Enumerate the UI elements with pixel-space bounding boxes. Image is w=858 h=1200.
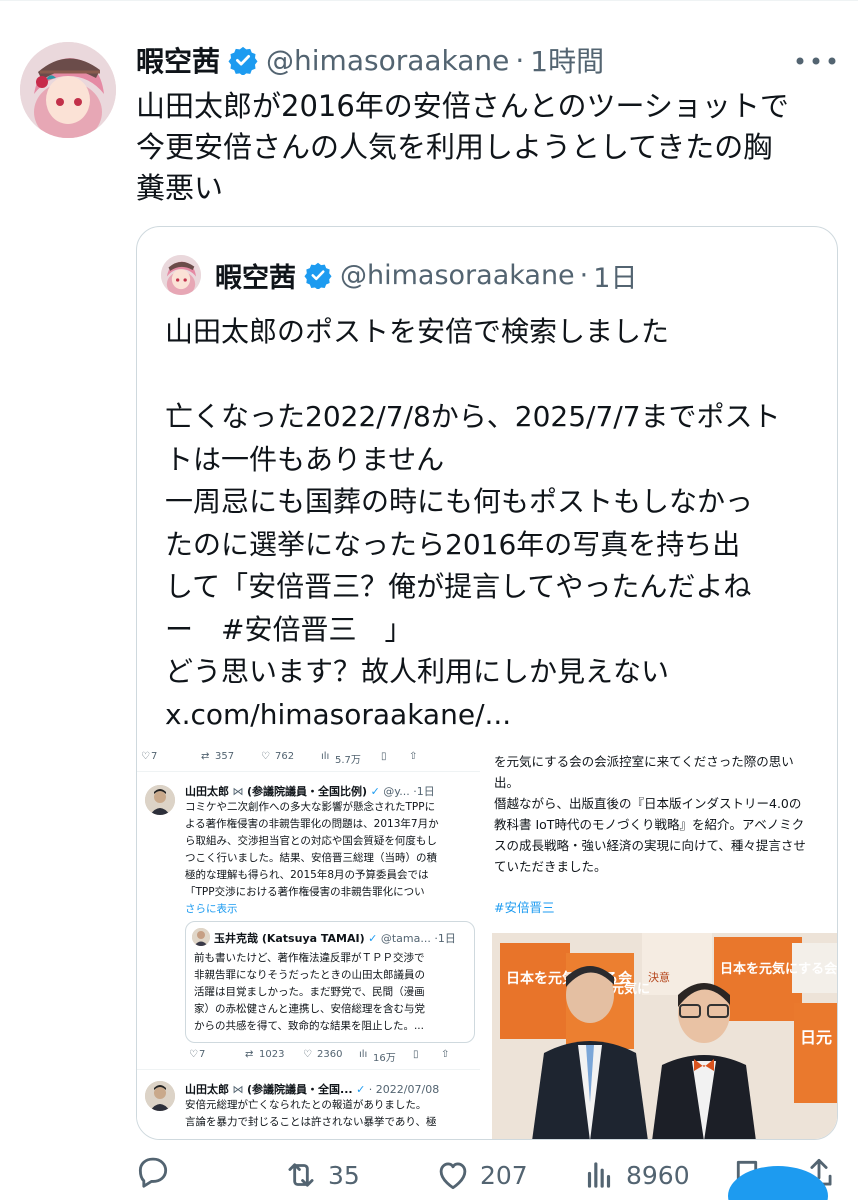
quoted-author-avatar[interactable] xyxy=(161,255,201,295)
media-right-hashtag: #安倍晋三 xyxy=(494,900,555,915)
retweet-button[interactable]: 35 xyxy=(282,1152,360,1198)
mini-post1-handle: @y... xyxy=(383,785,410,798)
mini-post1-body: コミケや二次創作への多大な影響が懸念されたTPPに よる著作権侵害の非親告罪化の… xyxy=(185,801,439,898)
quoted-author-handle: @himasoraakane xyxy=(340,259,575,291)
more-icon[interactable] xyxy=(790,44,842,78)
mini-nested-name: 玉井克哉 (Katsuya TAMAI) xyxy=(214,932,365,945)
mini-nested-time: ·1日 xyxy=(434,932,456,945)
mini-post2-name: 山田太郎 xyxy=(185,1083,229,1096)
quoted-tweet[interactable]: 暇空茜 @himasoraakane · 1日 山田太郎のポストを安倍で検索しま… xyxy=(136,226,838,1140)
mini-post2-meta: (参議院議員・全国... xyxy=(247,1083,353,1096)
mini-post1-header: 山田太郎 ⋈ (参議院議員・全国比例) ✓ @y... ·1日 xyxy=(185,785,435,798)
quoted-media[interactable]: ♡ 7 ⇄ 357 ♡ 762 ılı 5.7万 ▯ ⇧ 山田太郎 ⋈ (参議院… xyxy=(137,745,837,1139)
verified-badge-icon xyxy=(228,46,258,75)
reply-icon xyxy=(138,1157,168,1188)
like-icon xyxy=(439,1162,467,1190)
mini-post2-time: · 2022/07/08 xyxy=(368,1083,440,1096)
mini-post1-name: 山田太郎 xyxy=(185,785,229,798)
views-count: 8960 xyxy=(626,1160,690,1190)
quoted-post-time: 1日 xyxy=(593,262,638,294)
mini-reply-count-2: 7 xyxy=(199,1049,206,1060)
mini-post2-body: 安倍元総理が亡くなられたとの報道がありました。 言論を暴力で封じることは許されな… xyxy=(185,1099,437,1128)
sign-text-3: 日本を元気にする会 xyxy=(720,961,837,977)
mini-reply-count: 7 xyxy=(151,751,158,762)
sign-text-4: 決意 xyxy=(648,970,670,984)
reply-button[interactable] xyxy=(134,1148,180,1194)
mini-like-count-2: 2360 xyxy=(317,1049,343,1060)
sign-text-5: 日元 xyxy=(800,1028,832,1047)
author-avatar[interactable] xyxy=(20,42,116,138)
retweet-icon xyxy=(288,1163,314,1187)
mini-post1-time: ·1日 xyxy=(413,785,435,798)
tweet-header: 暇空茜 @himasoraakane · 1時間 xyxy=(136,38,604,82)
mini-post1-meta: (参議院議員・全国比例) xyxy=(247,785,368,798)
media-right-text: を元気にする会の会派控室に来てくださった際の思い 出。 僭越ながら、出版直後の『… xyxy=(494,754,806,874)
post-time[interactable]: 1時間 xyxy=(530,40,604,80)
mini-views-count: 5.7万 xyxy=(335,755,361,766)
mini-avatar-yamada xyxy=(145,785,175,815)
quoted-text: 山田太郎のポストを安倍で検索しました 亡くなった2022/7/8から、2025/… xyxy=(165,315,781,731)
mini-avatar-tamai xyxy=(192,928,210,946)
media-screenshot-left[interactable]: ♡ 7 ⇄ 357 ♡ 762 ılı 5.7万 ▯ ⇧ 山田太郎 ⋈ (参議院… xyxy=(137,745,482,1139)
mini-retweet-count: 357 xyxy=(215,751,235,762)
mini-avatar-yamada-2 xyxy=(145,1081,175,1111)
author-handle[interactable]: @himasoraakane xyxy=(266,44,509,77)
mini-nested-body: 前も書いたけど、著作権法違反罪がＴＰＰ交渉で 非親告罪になりそうだったときの山田… xyxy=(194,952,425,1032)
photo-two-men: 日本を元気にする会 日本を元気に 日本を元気にする会 決意 日元 xyxy=(492,933,837,1139)
like-button[interactable]: 207 xyxy=(434,1152,528,1198)
top-divider xyxy=(0,0,858,1)
retweet-count: 35 xyxy=(328,1160,360,1190)
mini-nested-header: 玉井克哉 (Katsuya TAMAI) ✓ @tama... ·1日 xyxy=(214,932,456,945)
quoted-author-name: 暇空茜 xyxy=(215,262,296,294)
tweet-text: 山田太郎が2016年の安倍さんとのツーショットで 今更安倍さんの人気を利用しよう… xyxy=(136,89,789,205)
mini-nested-handle: @tama... xyxy=(380,932,431,945)
separator-dot: · xyxy=(579,259,589,291)
separator-dot: · xyxy=(515,43,525,77)
mini-post1-more-link: さらに表示 xyxy=(185,903,238,915)
verified-badge-icon xyxy=(304,262,332,289)
like-count: 207 xyxy=(480,1160,528,1190)
author-name[interactable]: 暇空茜 xyxy=(136,40,220,80)
mini-retweet-count-2: 1023 xyxy=(259,1049,285,1060)
quoted-header: 暇空茜 @himasoraakane · 1日 xyxy=(215,255,637,295)
mini-views-count-2: 16万 xyxy=(373,1053,396,1064)
mini-like-count: 762 xyxy=(275,751,295,762)
views-icon xyxy=(587,1162,611,1188)
mini-nested-quote: 玉井克哉 (Katsuya TAMAI) ✓ @tama... ·1日 前も書い… xyxy=(185,921,475,1043)
views-button[interactable]: 8960 xyxy=(580,1152,690,1198)
media-screenshot-right[interactable]: を元気にする会の会派控室に来てくださった際の思い 出。 僭越ながら、出版直後の『… xyxy=(486,745,837,1139)
mini-post2-header: 山田太郎 ⋈ (参議院議員・全国... ✓ · 2022/07/08 xyxy=(185,1083,440,1096)
